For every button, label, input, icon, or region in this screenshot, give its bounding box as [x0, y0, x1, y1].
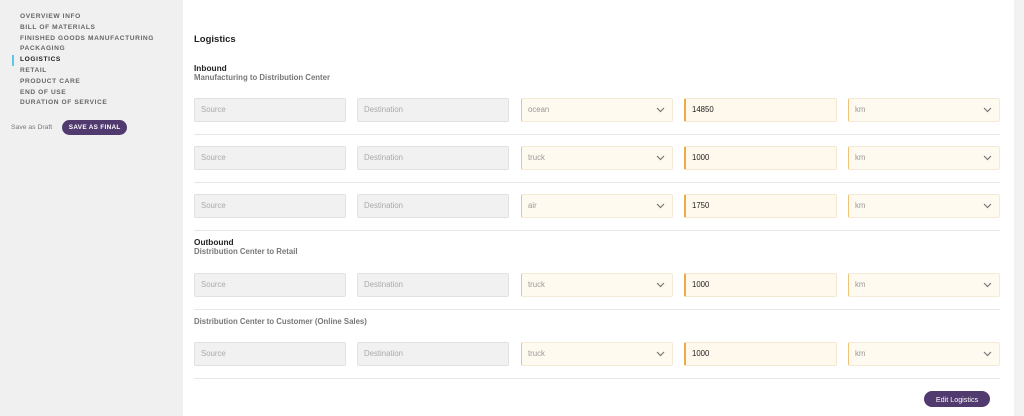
- distance-input[interactable]: 1000: [684, 342, 837, 366]
- transport-mode-select[interactable]: truck: [521, 342, 673, 366]
- chevron-down-icon: [981, 200, 993, 212]
- source-input[interactable]: Source: [194, 273, 346, 297]
- sidebar-item-product-care[interactable]: PRODUCT CARE: [12, 77, 154, 88]
- save-as-draft-link[interactable]: Save as Draft: [11, 124, 52, 131]
- transport-mode-value: ocean: [528, 105, 550, 114]
- row-divider: [194, 182, 1000, 183]
- transport-mode-select[interactable]: ocean: [521, 98, 673, 122]
- inbound-leg-row: Source Destination truck 1000 km: [194, 146, 1000, 172]
- destination-input[interactable]: Destination: [357, 342, 509, 366]
- chevron-down-icon: [981, 279, 993, 291]
- sidebar: OVERVIEW INFO BILL OF MATERIALS FINISHED…: [0, 0, 183, 416]
- inbound-subtitle: Manufacturing to Distribution Center: [194, 73, 331, 82]
- distance-unit-select[interactable]: km: [848, 146, 1000, 170]
- transport-mode-value: truck: [528, 349, 545, 358]
- sidebar-item-retail[interactable]: RETAIL: [12, 66, 154, 77]
- inbound-title: Inbound: [194, 63, 227, 73]
- row-divider: [194, 378, 1000, 379]
- distance-unit-value: km: [855, 201, 866, 210]
- sidebar-item-logistics[interactable]: LOGISTICS: [12, 55, 154, 66]
- save-as-final-button[interactable]: SAVE AS FINAL: [62, 120, 128, 135]
- sidebar-nav: OVERVIEW INFO BILL OF MATERIALS FINISHED…: [12, 12, 154, 109]
- transport-mode-select[interactable]: air: [521, 194, 673, 218]
- transport-mode-select[interactable]: truck: [521, 146, 673, 170]
- source-input[interactable]: Source: [194, 342, 346, 366]
- chevron-down-icon: [654, 200, 666, 212]
- logistics-form: Logistics Inbound Manufacturing to Distr…: [183, 0, 1014, 416]
- row-divider: [194, 134, 1000, 135]
- row-divider: [194, 230, 1000, 231]
- chevron-down-icon: [654, 348, 666, 360]
- chevron-down-icon: [654, 152, 666, 164]
- sidebar-item-overview-info[interactable]: OVERVIEW INFO: [12, 12, 154, 23]
- transport-mode-value: air: [528, 201, 537, 210]
- distance-unit-select[interactable]: km: [848, 342, 1000, 366]
- chevron-down-icon: [981, 152, 993, 164]
- destination-input[interactable]: Destination: [357, 194, 509, 218]
- online-sales-subtitle: Distribution Center to Customer (Online …: [194, 317, 367, 326]
- source-input[interactable]: Source: [194, 194, 346, 218]
- distance-input[interactable]: 1000: [684, 273, 837, 297]
- distance-input[interactable]: 1000: [684, 146, 837, 170]
- outbound-leg-row: Source Destination truck 1000 km: [194, 273, 1000, 299]
- chevron-down-icon: [654, 279, 666, 291]
- distance-unit-value: km: [855, 153, 866, 162]
- sidebar-item-duration-of-service[interactable]: DURATION OF SERVICE: [12, 98, 154, 109]
- sidebar-item-bill-of-materials[interactable]: BILL OF MATERIALS: [12, 23, 154, 34]
- distance-unit-select[interactable]: km: [848, 98, 1000, 122]
- inbound-leg-row: Source Destination air 1750 km: [194, 194, 1000, 220]
- distance-unit-value: km: [855, 349, 866, 358]
- distance-unit-value: km: [855, 105, 866, 114]
- distance-input[interactable]: 1750: [684, 194, 837, 218]
- distance-input[interactable]: 14850: [684, 98, 837, 122]
- sidebar-item-packaging[interactable]: PACKAGING: [12, 44, 154, 55]
- transport-mode-value: truck: [528, 280, 545, 289]
- online-sales-leg-row: Source Destination truck 1000 km: [194, 342, 1000, 368]
- page-title: Logistics: [194, 34, 236, 45]
- outbound-title: Outbound: [194, 237, 234, 247]
- edit-logistics-button[interactable]: Edit Logistics: [924, 391, 990, 407]
- row-divider: [194, 309, 1000, 310]
- source-input[interactable]: Source: [194, 146, 346, 170]
- chevron-down-icon: [981, 104, 993, 116]
- outbound-subtitle: Distribution Center to Retail: [194, 247, 298, 256]
- distance-unit-select[interactable]: km: [848, 194, 1000, 218]
- destination-input[interactable]: Destination: [357, 273, 509, 297]
- destination-input[interactable]: Destination: [357, 146, 509, 170]
- inbound-leg-row: Source Destination ocean 14850 km: [194, 98, 1000, 124]
- sidebar-item-end-of-use[interactable]: END OF USE: [12, 88, 154, 99]
- source-input[interactable]: Source: [194, 98, 346, 122]
- transport-mode-value: truck: [528, 153, 545, 162]
- sidebar-item-finished-goods-manufacturing[interactable]: FINISHED GOODS MANUFACTURING: [12, 34, 154, 45]
- chevron-down-icon: [654, 104, 666, 116]
- transport-mode-select[interactable]: truck: [521, 273, 673, 297]
- distance-unit-select[interactable]: km: [848, 273, 1000, 297]
- destination-input[interactable]: Destination: [357, 98, 509, 122]
- distance-unit-value: km: [855, 280, 866, 289]
- save-actions: Save as Draft SAVE AS FINAL: [11, 120, 128, 135]
- chevron-down-icon: [981, 348, 993, 360]
